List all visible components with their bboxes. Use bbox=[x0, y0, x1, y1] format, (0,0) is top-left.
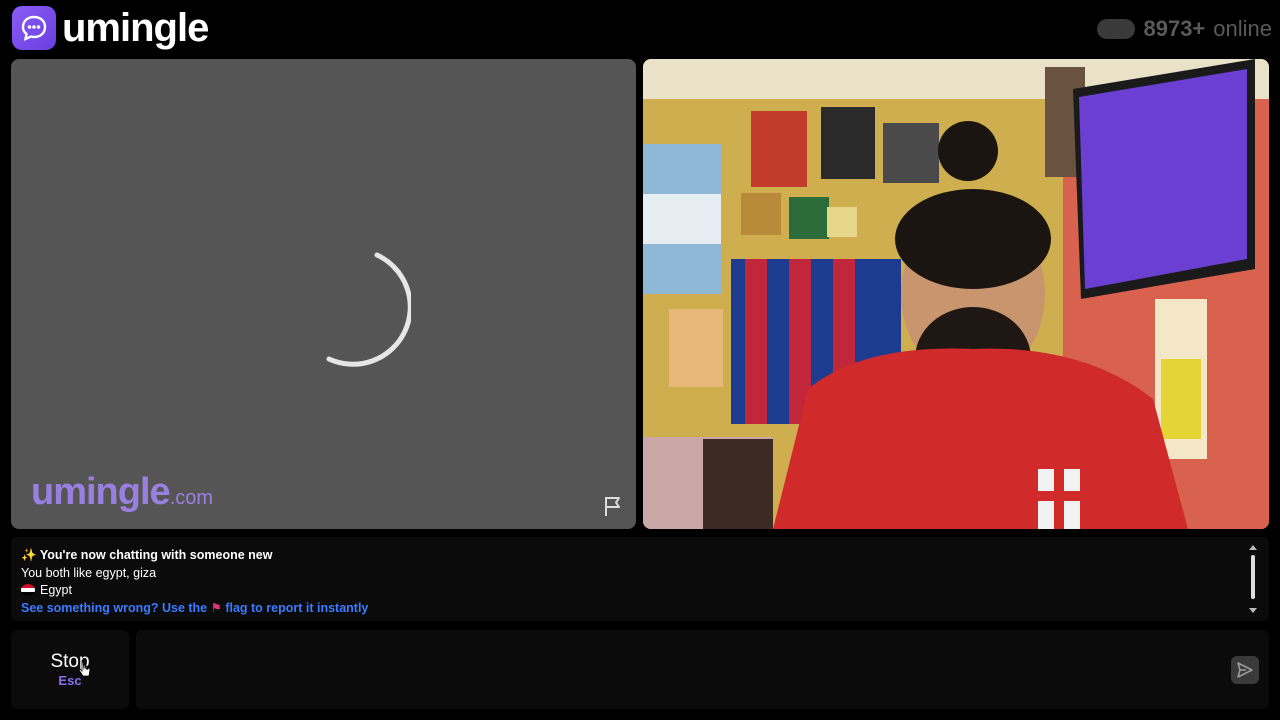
camera-feed-image bbox=[643, 59, 1269, 529]
country-name: Egypt bbox=[40, 583, 72, 597]
chat-log: ✨ You're now chatting with someone new Y… bbox=[11, 537, 1269, 621]
chat-system-message: ✨ You're now chatting with someone new bbox=[21, 547, 1259, 565]
watermark: umingle.com bbox=[31, 471, 213, 514]
self-video bbox=[643, 59, 1269, 529]
watermark-brand: umingle bbox=[31, 471, 171, 513]
chat-scrollbar[interactable] bbox=[1249, 545, 1257, 613]
send-button[interactable] bbox=[1231, 656, 1259, 684]
message-input[interactable] bbox=[148, 640, 1208, 698]
brand-name: umingle bbox=[62, 6, 209, 50]
stranger-video: umingle.com bbox=[11, 59, 636, 529]
online-count: 8973+ bbox=[1143, 16, 1206, 41]
loading-spinner-icon bbox=[326, 252, 411, 367]
online-toggle[interactable] bbox=[1097, 19, 1136, 39]
send-icon bbox=[1237, 662, 1253, 678]
chat-country-message: Egypt bbox=[21, 582, 1259, 600]
sparkles-icon: ✨ bbox=[21, 548, 37, 562]
egypt-flag-icon bbox=[21, 584, 35, 596]
watermark-suffix: .com bbox=[169, 487, 214, 509]
chat-interests-message: You both like egypt, giza bbox=[21, 565, 157, 580]
report-hint-prefix: See something wrong? Use the bbox=[21, 600, 208, 615]
stop-button[interactable]: Stop Esc bbox=[11, 630, 129, 709]
report-hint: See something wrong? Use the ⚑ flag to r… bbox=[21, 600, 1259, 618]
online-label: online bbox=[1213, 16, 1272, 41]
report-flag-icon[interactable] bbox=[600, 493, 626, 519]
message-composer bbox=[136, 630, 1269, 709]
online-indicator: 8973+ online bbox=[1097, 16, 1272, 42]
report-flag-inline-icon: ⚑ bbox=[210, 600, 222, 615]
mouse-pointer-icon bbox=[78, 660, 91, 677]
brand-logo[interactable]: umingle bbox=[12, 6, 209, 50]
chat-bubble-icon bbox=[12, 6, 56, 50]
new-chat-text: You're now chatting with someone new bbox=[39, 548, 273, 562]
report-hint-suffix: flag to report it instantly bbox=[225, 600, 369, 615]
